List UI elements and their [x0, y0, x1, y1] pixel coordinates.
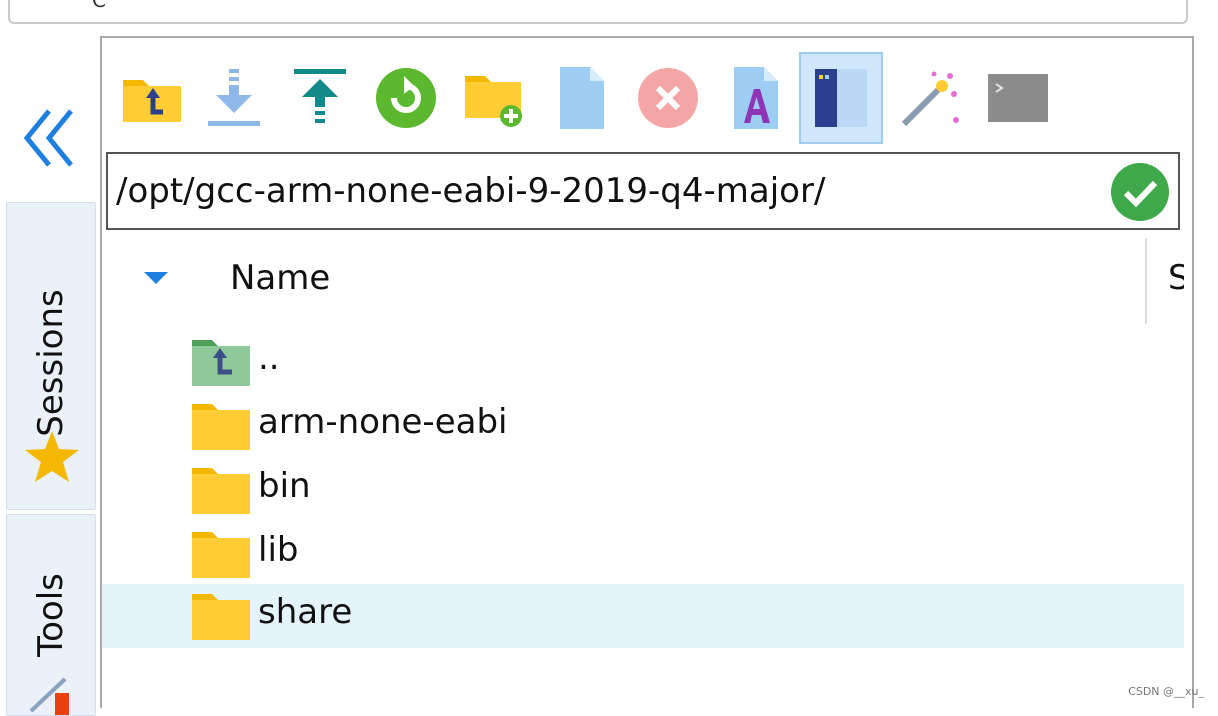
- list-item-label: ..: [258, 338, 280, 378]
- list-item-label: bin: [258, 466, 311, 506]
- list-item-arm-none-eabi[interactable]: arm-none-eabi: [102, 394, 1184, 458]
- folder-up-icon: [123, 80, 181, 122]
- column-header-name[interactable]: Name: [230, 258, 330, 298]
- top-input-field[interactable]: C: [8, 0, 1188, 24]
- magic-wand-icon: [901, 71, 959, 127]
- tab-tools-label: Tools: [31, 573, 71, 657]
- top-field-glyph: C: [92, 0, 106, 12]
- upload-button[interactable]: [278, 52, 362, 144]
- path-bar[interactable]: /opt/gcc-arm-none-eabi-9-2019-q4-major/: [106, 152, 1180, 230]
- column-separator[interactable]: [1145, 238, 1147, 324]
- refresh-icon: [376, 68, 436, 128]
- tab-sessions[interactable]: Sessions: [6, 202, 96, 510]
- file-browser-panel: /opt/gcc-arm-none-eabi-9-2019-q4-major/ …: [100, 36, 1194, 708]
- new-folder-button[interactable]: [452, 52, 536, 144]
- star-icon: [25, 431, 79, 482]
- list-item-label: lib: [258, 530, 299, 570]
- tools-icon: [29, 677, 69, 715]
- magic-wand-button[interactable]: [888, 52, 972, 144]
- download-button[interactable]: [192, 52, 276, 144]
- toolbar: [102, 38, 1192, 150]
- tab-tools[interactable]: Tools: [6, 514, 96, 716]
- sort-down-icon[interactable]: [142, 270, 170, 288]
- delete-icon: [638, 68, 698, 128]
- column-header-size[interactable]: S: [1168, 258, 1184, 298]
- rename-button[interactable]: [714, 52, 798, 144]
- tab-sessions-label: Sessions: [31, 289, 71, 437]
- checkmark-icon[interactable]: [1110, 162, 1170, 222]
- double-chevron-left-icon: [23, 109, 73, 167]
- parent-directory-button[interactable]: [110, 52, 194, 144]
- terminal-button[interactable]: [976, 52, 1060, 144]
- path-input[interactable]: /opt/gcc-arm-none-eabi-9-2019-q4-major/: [116, 171, 825, 211]
- collapse-sidebar-button[interactable]: [18, 100, 84, 176]
- list-item-share[interactable]: share: [102, 584, 1184, 648]
- toggle-panel-button[interactable]: [799, 52, 883, 144]
- watermark: CSDN @__xu_: [1128, 685, 1204, 698]
- new-file-button[interactable]: [540, 52, 624, 144]
- top-strip: C: [0, 0, 1218, 36]
- list-item-parent[interactable]: ..: [102, 330, 1184, 394]
- delete-button[interactable]: [626, 52, 710, 144]
- list-item-lib[interactable]: lib: [102, 522, 1184, 586]
- refresh-button[interactable]: [364, 52, 448, 144]
- folder-icon: [192, 404, 250, 450]
- folder-icon: [192, 468, 250, 514]
- list-item-bin[interactable]: bin: [102, 458, 1184, 522]
- download-icon: [208, 69, 260, 126]
- new-file-icon: [560, 67, 604, 129]
- parent-folder-icon: [192, 340, 250, 386]
- left-rail: Sessions Tools: [0, 36, 98, 716]
- panel-icon: [815, 69, 867, 127]
- new-folder-icon: [465, 76, 522, 127]
- list-item-label: arm-none-eabi: [258, 402, 508, 442]
- terminal-icon: [988, 74, 1048, 122]
- list-header: Name: [102, 238, 1147, 322]
- folder-icon: [192, 532, 250, 578]
- rename-icon: [734, 67, 778, 129]
- upload-icon: [294, 69, 346, 123]
- list-item-label: share: [258, 592, 353, 632]
- folder-icon: [192, 594, 250, 640]
